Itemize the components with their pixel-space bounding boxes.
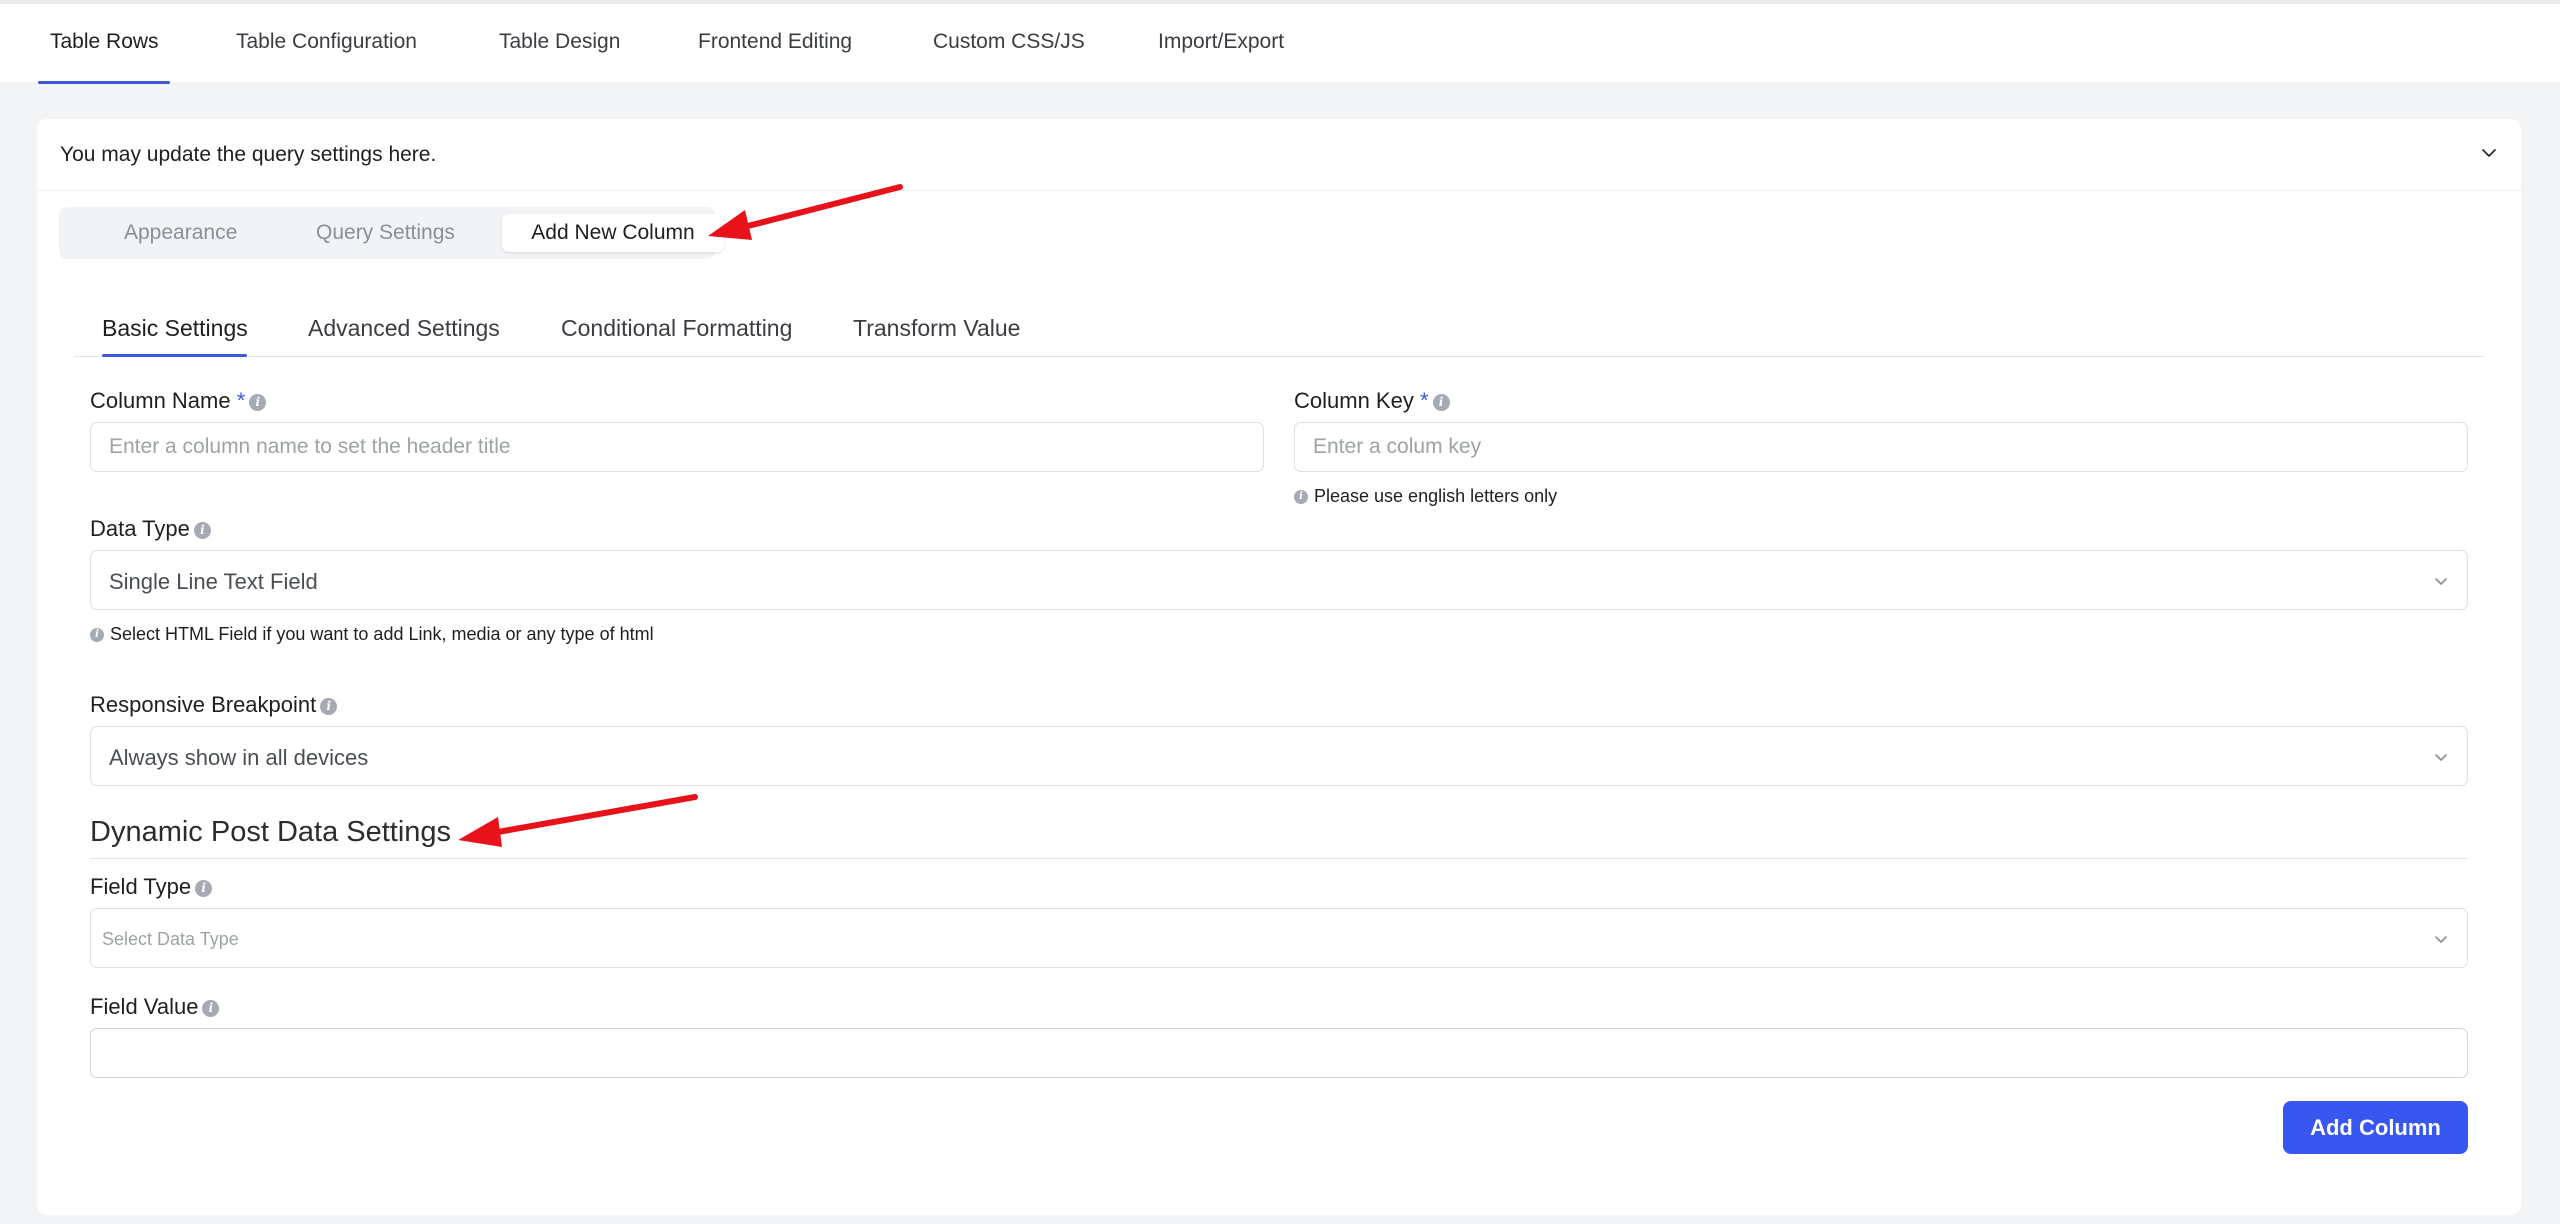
data-type-label: Data Type i: [90, 516, 211, 542]
data-type-value: Single Line Text Field: [109, 569, 318, 594]
field-value-field[interactable]: [91, 1029, 2467, 1077]
info-icon: i: [249, 394, 267, 411]
subtab-transform-value[interactable]: Transform Value: [853, 315, 1020, 342]
field-type-label: Field Type i: [90, 874, 213, 900]
info-icon: i: [90, 627, 104, 642]
subtab-advanced-settings[interactable]: Advanced Settings: [308, 315, 500, 342]
segment-query-settings[interactable]: Query Settings: [316, 221, 455, 245]
responsive-breakpoint-label: Responsive Breakpoint i: [90, 692, 338, 718]
info-icon: i: [193, 522, 211, 539]
field-value-input[interactable]: [90, 1028, 2468, 1078]
subtab-conditional-formatting[interactable]: Conditional Formatting: [561, 315, 792, 342]
column-key-input[interactable]: [1294, 422, 2468, 472]
dynamic-post-data-heading: Dynamic Post Data Settings: [90, 816, 452, 848]
tab-import-export[interactable]: Import/Export: [1158, 30, 1284, 54]
responsive-breakpoint-value: Always show in all devices: [109, 745, 369, 770]
top-tab-bar: Table Rows Table Configuration Table Des…: [0, 0, 2560, 84]
chevron-down-icon[interactable]: [2477, 141, 2501, 165]
subtab-divider: [74, 356, 2484, 357]
tab-custom-css-js[interactable]: Custom CSS/JS: [933, 30, 1085, 54]
column-key-label: Column Key * i: [1294, 388, 1450, 414]
section-divider: [90, 858, 2468, 859]
info-icon: i: [202, 1000, 220, 1017]
column-name-input[interactable]: [90, 422, 1264, 472]
tab-frontend-editing[interactable]: Frontend Editing: [698, 30, 852, 54]
tab-table-design[interactable]: Table Design: [499, 30, 620, 54]
field-type-select[interactable]: Select Data Type: [90, 908, 2468, 968]
card-header[interactable]: You may update the query settings here.: [37, 119, 2521, 191]
active-tab-indicator: [38, 81, 170, 84]
segment-appearance[interactable]: Appearance: [124, 221, 237, 245]
info-icon: i: [195, 880, 213, 897]
active-subtab-indicator: [102, 354, 247, 357]
settings-segment-control: Appearance Query Settings Add New Column: [59, 207, 724, 259]
card-title: You may update the query settings here.: [60, 143, 437, 166]
responsive-breakpoint-select[interactable]: Always show in all devices: [90, 726, 2468, 786]
info-icon: i: [320, 698, 338, 715]
chevron-down-icon: [2435, 754, 2447, 761]
column-key-help: i Please use english letters only: [1294, 486, 1557, 507]
segment-add-new-column[interactable]: Add New Column: [502, 214, 724, 252]
field-value-label: Field Value i: [90, 994, 220, 1020]
tab-table-configuration[interactable]: Table Configuration: [236, 30, 417, 54]
field-type-placeholder: Select Data Type: [102, 929, 239, 949]
info-icon: i: [1432, 394, 1450, 411]
chevron-down-icon: [2435, 578, 2447, 585]
add-column-button[interactable]: Add Column: [2283, 1101, 2468, 1154]
column-name-label: Column Name * i: [90, 388, 267, 414]
column-key-field[interactable]: [1295, 423, 2467, 471]
tab-table-rows[interactable]: Table Rows: [50, 30, 159, 54]
column-name-field[interactable]: [91, 423, 1263, 471]
data-type-help: i Select HTML Field if you want to add Li…: [90, 624, 654, 645]
chevron-down-icon: [2435, 936, 2447, 943]
info-icon: i: [1294, 489, 1308, 504]
subtab-basic-settings[interactable]: Basic Settings: [102, 315, 248, 342]
data-type-select[interactable]: Single Line Text Field: [90, 550, 2468, 610]
